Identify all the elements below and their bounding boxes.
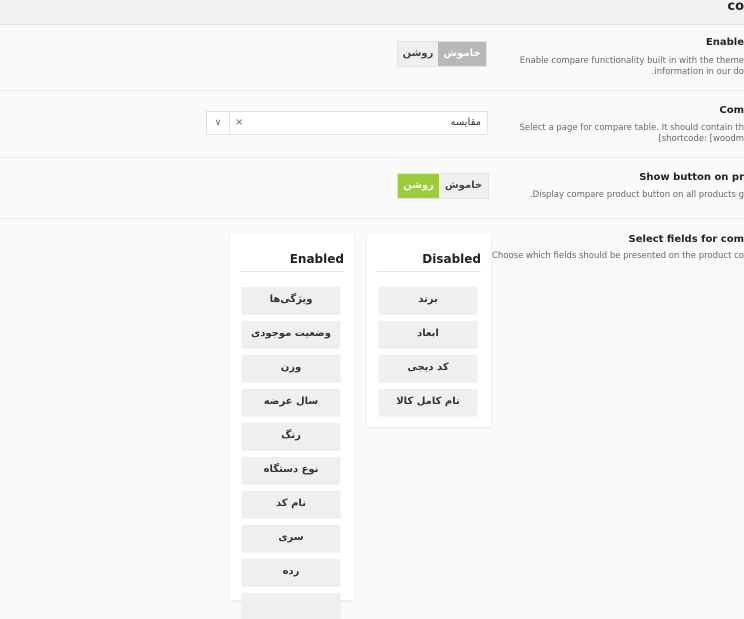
setting-desc-fields: Choose which fields should be presented … bbox=[491, 251, 744, 261]
enabled-fields-panel: Enabled ویژگی‌ها وضعیت موجودی وزن سال عر… bbox=[230, 234, 354, 619]
enabled-field-item[interactable]: نوع دستگاه bbox=[242, 457, 340, 483]
disabled-panel-title: Disabled bbox=[422, 252, 481, 266]
enabled-field-item[interactable]: رده bbox=[242, 559, 340, 585]
enabled-field-item[interactable]: رنگ bbox=[242, 423, 340, 449]
disabled-field-item[interactable]: کد دیجی bbox=[379, 355, 477, 381]
page-title: co bbox=[727, 0, 744, 14]
setting-desc-show-button: .Display compare product button on all p… bbox=[529, 190, 744, 200]
divider bbox=[240, 271, 344, 272]
disabled-fields-panel: Disabled برند ابعاد کد دیجی نام کامل کال… bbox=[367, 234, 491, 427]
setting-label-enable-compare: Enable bbox=[705, 37, 744, 48]
setting-desc-enable-compare-2: .information in our do bbox=[651, 67, 744, 77]
setting-label-fields: Select fields for com bbox=[628, 234, 744, 245]
select-value: مقایسه bbox=[450, 117, 481, 128]
enabled-panel-title: Enabled bbox=[289, 252, 344, 266]
disabled-field-item[interactable]: نام کامل کالا bbox=[379, 389, 477, 415]
setting-label-show-button: Show button on pr bbox=[639, 172, 744, 183]
toggle-on-button[interactable]: روشن bbox=[398, 174, 439, 198]
enable-compare-toggle[interactable]: روشن خاموش bbox=[398, 42, 486, 66]
enabled-field-item[interactable]: سری bbox=[242, 525, 340, 551]
enabled-field-item[interactable]: وضعیت موجودی bbox=[242, 321, 340, 347]
setting-label-compare-page: Com bbox=[719, 105, 744, 116]
enabled-field-item[interactable] bbox=[242, 593, 340, 619]
disabled-field-item[interactable]: برند bbox=[379, 287, 477, 313]
show-button-toggle[interactable]: روشن خاموش bbox=[398, 174, 488, 198]
enabled-field-item[interactable]: ویژگی‌ها bbox=[242, 287, 340, 313]
disabled-field-item[interactable]: ابعاد bbox=[379, 321, 477, 347]
toggle-off-button[interactable]: خاموش bbox=[439, 174, 488, 198]
top-bar: co bbox=[0, 0, 744, 25]
enabled-field-item[interactable]: سال عرضه bbox=[242, 389, 340, 415]
clear-icon[interactable]: × bbox=[235, 112, 243, 134]
divider bbox=[377, 271, 481, 272]
setting-desc-compare-page-2: [shortcode: [woodm bbox=[658, 134, 744, 144]
enabled-field-item[interactable]: نام کد bbox=[242, 491, 340, 517]
chevron-down-icon[interactable]: ∨ bbox=[207, 112, 230, 134]
setting-row-enable-compare: Enable Enable compare functionality buil… bbox=[0, 25, 744, 91]
toggle-off-button[interactable]: خاموش bbox=[438, 42, 486, 66]
setting-row-show-button: Show button on pr .Display compare produ… bbox=[0, 158, 744, 219]
enabled-field-item[interactable]: وزن bbox=[242, 355, 340, 381]
compare-page-select[interactable]: ∨ × مقایسه bbox=[206, 111, 488, 135]
toggle-on-button[interactable]: روشن bbox=[398, 42, 438, 66]
